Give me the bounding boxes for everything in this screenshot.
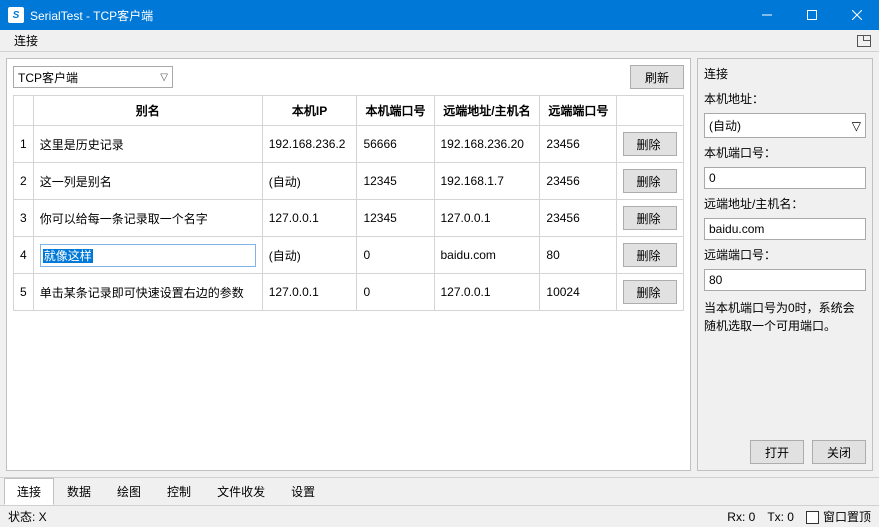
- bottom-tabs: 连接 数据 绘图 控制 文件收发 设置: [0, 477, 879, 505]
- cell-localport: 0: [357, 237, 434, 274]
- history-table: 别名 本机IP 本机端口号 远端地址/主机名 远端端口号 1 这里是历史记录 1…: [13, 95, 684, 311]
- minimize-button[interactable]: [744, 0, 789, 30]
- cell-localip: 127.0.0.1: [262, 274, 357, 311]
- history-pane: TCP客户端 ▽ 刷新 别名 本机IP 本机端口号 远端地址/主机名 远端端口号…: [6, 58, 691, 471]
- delete-button[interactable]: 删除: [623, 132, 677, 156]
- port-hint: 当本机端口号为0时，系统会随机选取一个可用端口。: [704, 299, 866, 335]
- remote-port-input[interactable]: [704, 269, 866, 291]
- titlebar: S SerialTest - TCP客户端: [0, 0, 879, 30]
- cell-remoteaddr: 127.0.0.1: [434, 274, 540, 311]
- menu-connect[interactable]: 连接: [8, 30, 44, 51]
- remote-addr-label: 远端地址/主机名：: [704, 195, 866, 212]
- cell-localport: 0: [357, 274, 434, 311]
- close-connection-button[interactable]: 关闭: [812, 440, 866, 464]
- menubar: 连接: [0, 30, 879, 52]
- cell-remoteaddr: 192.168.236.20: [434, 126, 540, 163]
- window-title: SerialTest - TCP客户端: [30, 7, 744, 24]
- cell-remoteaddr: baidu.com: [434, 237, 540, 274]
- cell-remoteport: 10024: [540, 274, 617, 311]
- local-port-label: 本机端口号：: [704, 144, 866, 161]
- tab-connect[interactable]: 连接: [4, 478, 54, 505]
- tab-plot[interactable]: 绘图: [104, 478, 154, 505]
- cell-rownum: 1: [14, 126, 34, 163]
- cell-localip: 127.0.0.1: [262, 200, 357, 237]
- table-row[interactable]: 2 这一列是别名 (自动) 12345 192.168.1.7 23456 删除: [14, 163, 684, 200]
- col-remoteport: 远端端口号: [540, 96, 617, 126]
- tab-data[interactable]: 数据: [54, 478, 104, 505]
- close-button[interactable]: [834, 0, 879, 30]
- tab-settings[interactable]: 设置: [278, 478, 328, 505]
- cell-remoteport: 80: [540, 237, 617, 274]
- cell-rownum: 5: [14, 274, 34, 311]
- cell-remoteport: 23456: [540, 126, 617, 163]
- cell-localport: 56666: [357, 126, 434, 163]
- tab-control[interactable]: 控制: [154, 478, 204, 505]
- mode-select-value: TCP客户端: [18, 69, 78, 86]
- connection-title: 连接: [704, 65, 866, 84]
- col-localip: 本机IP: [262, 96, 357, 126]
- cell-localport: 12345: [357, 200, 434, 237]
- cell-localport: 12345: [357, 163, 434, 200]
- topmost-toggle[interactable]: 窗口置顶: [806, 508, 871, 525]
- cell-localip: 192.168.236.2: [262, 126, 357, 163]
- cell-localip: (自动): [262, 163, 357, 200]
- chevron-down-icon: ▽: [852, 119, 861, 133]
- cell-rownum: 2: [14, 163, 34, 200]
- table-row[interactable]: 4 就像这样 (自动) 0 baidu.com 80 删除: [14, 237, 684, 274]
- refresh-button[interactable]: 刷新: [630, 65, 684, 89]
- connection-pane: 连接 本机地址： (自动) ▽ 本机端口号： 远端地址/主机名： 远端端口号： …: [697, 58, 873, 471]
- table-row[interactable]: 1 这里是历史记录 192.168.236.2 56666 192.168.23…: [14, 126, 684, 163]
- main-area: TCP客户端 ▽ 刷新 别名 本机IP 本机端口号 远端地址/主机名 远端端口号…: [0, 52, 879, 477]
- tx-counter: Tx: 0: [767, 510, 794, 524]
- delete-button[interactable]: 删除: [623, 169, 677, 193]
- delete-button[interactable]: 删除: [623, 280, 677, 304]
- tab-file[interactable]: 文件收发: [204, 478, 278, 505]
- delete-button[interactable]: 删除: [623, 243, 677, 267]
- local-port-input[interactable]: [704, 167, 866, 189]
- col-remoteaddr: 远端地址/主机名: [434, 96, 540, 126]
- cell-alias: 这一列是别名: [33, 163, 262, 200]
- delete-button[interactable]: 删除: [623, 206, 677, 230]
- statusbar: 状态: X Rx: 0 Tx: 0 窗口置顶: [0, 505, 879, 527]
- cell-rownum: 4: [14, 237, 34, 274]
- chevron-down-icon: ▽: [160, 72, 168, 83]
- cell-remoteaddr: 192.168.1.7: [434, 163, 540, 200]
- remote-port-label: 远端端口号：: [704, 246, 866, 263]
- cell-remoteport: 23456: [540, 163, 617, 200]
- col-action: [617, 96, 684, 126]
- cell-alias: 这里是历史记录: [33, 126, 262, 163]
- mode-select[interactable]: TCP客户端 ▽: [13, 66, 173, 88]
- remote-addr-input[interactable]: [704, 218, 866, 240]
- checkbox-icon: [806, 511, 819, 524]
- local-addr-label: 本机地址：: [704, 90, 866, 107]
- maximize-button[interactable]: [789, 0, 834, 30]
- cell-remoteaddr: 127.0.0.1: [434, 200, 540, 237]
- rx-counter: Rx: 0: [727, 510, 755, 524]
- open-button[interactable]: 打开: [750, 440, 804, 464]
- cell-alias: 单击某条记录即可快速设置右边的参数: [33, 274, 262, 311]
- table-row[interactable]: 5 单击某条记录即可快速设置右边的参数 127.0.0.1 0 127.0.0.…: [14, 274, 684, 311]
- cell-remoteport: 23456: [540, 200, 617, 237]
- col-num: [14, 96, 34, 126]
- cell-localip: (自动): [262, 237, 357, 274]
- app-icon: S: [8, 7, 24, 23]
- cell-alias: 你可以给每一条记录取一个名字: [33, 200, 262, 237]
- alias-edit-input[interactable]: 就像这样: [40, 244, 256, 267]
- undock-icon[interactable]: [857, 35, 871, 47]
- cell-rownum: 3: [14, 200, 34, 237]
- col-alias: 别名: [33, 96, 262, 126]
- table-row[interactable]: 3 你可以给每一条记录取一个名字 127.0.0.1 12345 127.0.0…: [14, 200, 684, 237]
- col-localport: 本机端口号: [357, 96, 434, 126]
- status-text: 状态: X: [8, 508, 47, 525]
- local-addr-select[interactable]: (自动) ▽: [704, 113, 866, 138]
